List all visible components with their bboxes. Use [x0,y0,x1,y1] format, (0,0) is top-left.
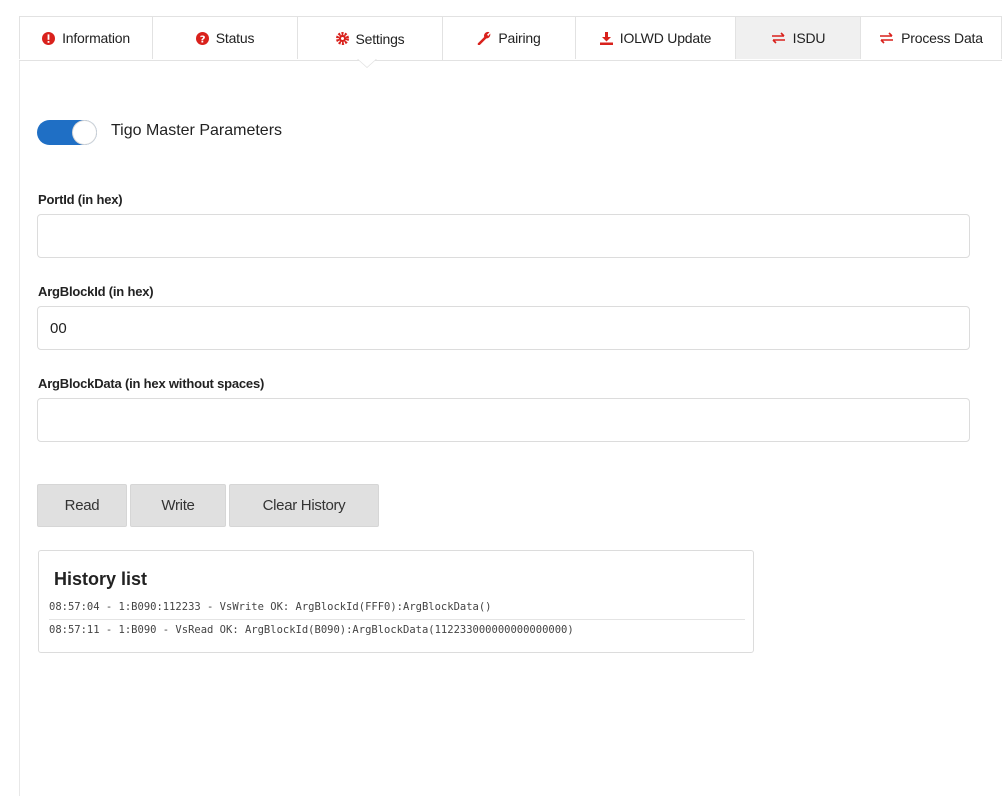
tigo-master-parameters-toggle[interactable] [37,120,97,145]
arg-block-id-input[interactable] [37,306,970,350]
tab-pairing-label: Pairing [498,30,541,46]
tab-iolwd-update-label: IOLWD Update [619,30,712,46]
tab-process-data[interactable]: Process Data [861,16,1002,59]
toggle-label: Tigo Master Parameters [111,122,283,139]
exchange-icon [771,32,786,44]
svg-text:?: ? [199,34,205,45]
exchange-icon [879,32,894,44]
tab-information-label: Information [62,30,130,46]
clear-history-button[interactable]: Clear History [229,484,379,527]
history-separator [49,619,745,620]
wrench-icon [477,31,491,45]
gear-icon [335,32,349,45]
tab-isdu-label: ISDU [792,30,826,46]
tab-bar: Information ? Status Settings Pairing IO… [19,16,1002,61]
history-panel: History list 08:57:04 - 1:B090:112233 - … [38,550,754,653]
port-id-input[interactable] [37,214,970,258]
tab-status-label: Status [215,30,255,46]
tab-status[interactable]: ? Status [153,16,298,59]
arg-block-id-label: ArgBlockId (in hex) [38,284,154,299]
tab-pairing[interactable]: Pairing [443,16,576,59]
tab-iolwd-update[interactable]: IOLWD Update [576,16,736,59]
tab-settings-label: Settings [355,30,405,47]
history-entry: 08:57:11 - 1:B090 - VsRead OK: ArgBlockI… [49,624,574,636]
read-button[interactable]: Read [37,484,127,527]
port-id-label: PortId (in hex) [38,192,123,207]
question-circle-icon: ? [195,31,209,45]
tab-information[interactable]: Information [19,16,153,59]
write-button[interactable]: Write [130,484,226,527]
history-entry: 08:57:04 - 1:B090:112233 - VsWrite OK: A… [49,601,492,613]
arg-block-data-input[interactable] [37,398,970,442]
panel-border [19,61,20,796]
download-icon [599,31,613,45]
info-circle-icon [42,31,56,45]
active-tab-caret-fill [358,59,376,67]
toggle-knob [73,121,96,144]
tab-isdu[interactable]: ISDU [736,16,861,59]
history-title: History list [54,569,148,589]
arg-block-data-label: ArgBlockData (in hex without spaces) [38,376,265,391]
tab-settings[interactable]: Settings [298,16,443,60]
tab-process-data-label: Process Data [901,30,983,46]
